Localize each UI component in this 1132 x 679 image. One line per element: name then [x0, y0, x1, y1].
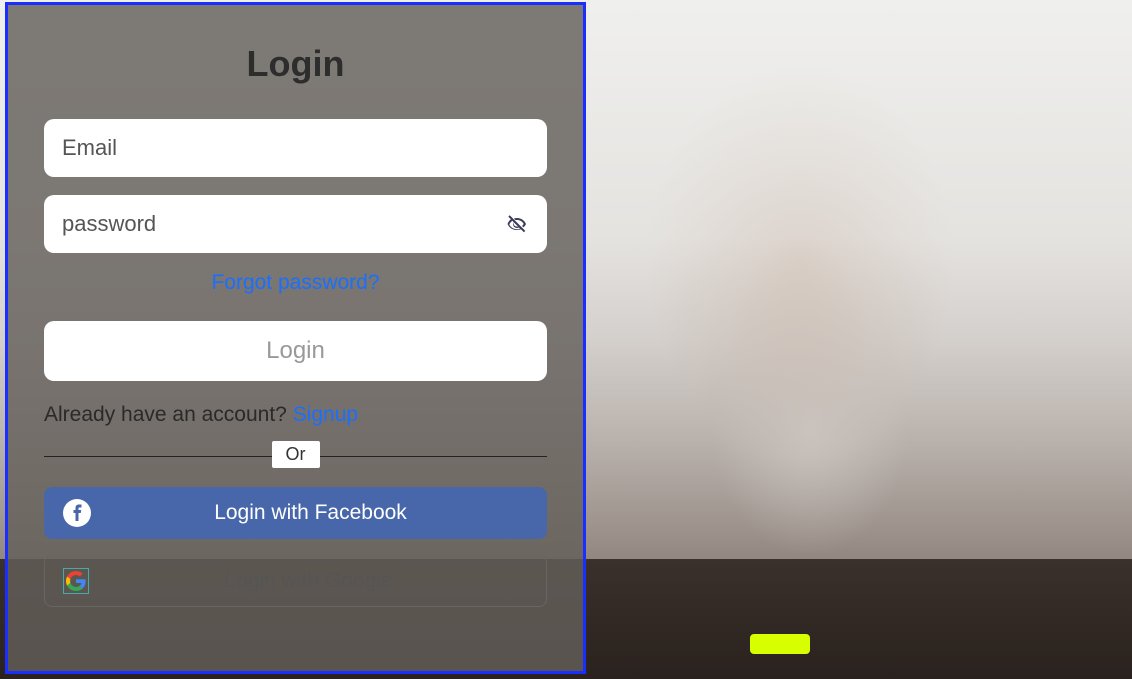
- login-title: Login: [44, 43, 547, 85]
- login-button[interactable]: Login: [44, 321, 547, 381]
- email-input[interactable]: [62, 135, 529, 161]
- forgot-password-row: Forgot password?: [44, 271, 547, 295]
- facebook-icon: [62, 498, 92, 528]
- or-label: Or: [272, 441, 320, 468]
- forgot-password-link[interactable]: Forgot password?: [211, 271, 379, 294]
- signup-prompt-text: Already have an account?: [44, 403, 293, 426]
- google-icon: [63, 568, 89, 594]
- login-facebook-button[interactable]: Login with Facebook: [44, 487, 547, 539]
- facebook-button-label: Login with Facebook: [92, 501, 529, 525]
- password-input[interactable]: [62, 211, 529, 237]
- login-google-button[interactable]: Login with Google: [44, 555, 547, 607]
- signup-row: Already have an account? Signup: [44, 403, 547, 427]
- or-divider: Or: [44, 441, 547, 471]
- password-field-wrapper: [44, 195, 547, 253]
- visibility-off-icon[interactable]: [505, 212, 529, 236]
- email-field-wrapper: [44, 119, 547, 177]
- google-button-label: Login with Google: [89, 569, 528, 593]
- login-panel: Login Forgot password? Login Already hav…: [5, 2, 586, 674]
- highlighter-graphic: [750, 634, 810, 654]
- signup-link[interactable]: Signup: [293, 403, 358, 426]
